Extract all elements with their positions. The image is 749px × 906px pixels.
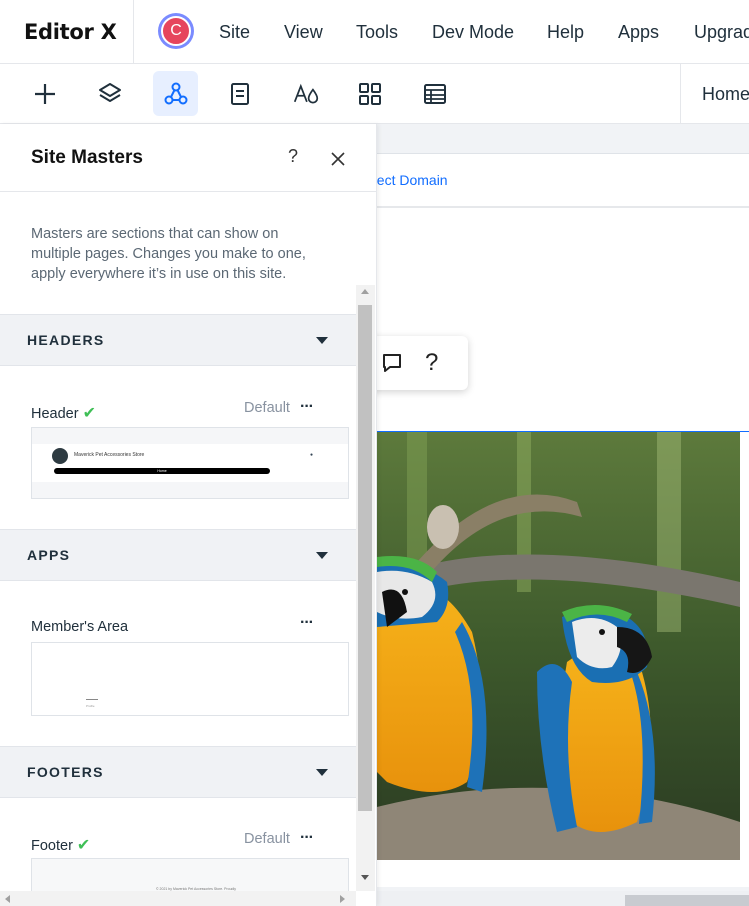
section-title: FOOTERS xyxy=(27,764,104,780)
section-apps[interactable]: APPS xyxy=(0,529,356,581)
layers-icon xyxy=(98,82,121,102)
master-item-members-area[interactable]: Member's Area xyxy=(31,619,128,635)
canvas-horizontal-scrollbar[interactable] xyxy=(377,891,749,906)
site-page: nect Domain ? xyxy=(377,153,749,887)
cms-table-icon xyxy=(423,83,446,104)
thumbnail-caption: Profile xyxy=(86,704,95,708)
section-footers[interactable]: FOOTERS xyxy=(0,746,356,798)
login-icon: ● xyxy=(310,452,314,458)
item-label: Header xyxy=(31,406,79,422)
editor-window: Editor X C Site View Tools Dev Mode Help… xyxy=(0,0,749,906)
pages-button[interactable] xyxy=(217,71,262,116)
menu-dev-mode[interactable]: Dev Mode xyxy=(432,0,514,64)
tool-bar: Home xyxy=(0,64,749,124)
help-icon[interactable]: ? xyxy=(425,349,438,377)
scroll-left-icon[interactable] xyxy=(5,895,10,903)
comment-icon[interactable] xyxy=(381,352,403,374)
cms-button[interactable] xyxy=(412,71,457,116)
connect-domain-link[interactable]: nect Domain xyxy=(377,172,448,188)
panel-title: Site Masters xyxy=(31,147,143,168)
avatar-letter: C xyxy=(161,16,191,46)
floating-action-bar: ? xyxy=(377,336,468,390)
panel-scroll-thumb[interactable] xyxy=(358,305,372,811)
panel-header: Site Masters ? xyxy=(0,124,377,192)
site-masters-button[interactable] xyxy=(153,71,198,116)
scroll-up-icon[interactable] xyxy=(361,289,369,294)
menu-upgrade[interactable]: Upgrade xyxy=(694,0,749,64)
help-icon[interactable]: ? xyxy=(288,146,298,167)
section-headers[interactable]: HEADERS xyxy=(0,314,356,366)
add-icon xyxy=(34,83,55,104)
site-masters-icon xyxy=(164,82,187,104)
menu-apps[interactable]: Apps xyxy=(618,0,659,64)
chevron-down-icon xyxy=(316,337,328,344)
checkmark-icon: ✔ xyxy=(76,837,91,854)
menu-help[interactable]: Help xyxy=(547,0,584,64)
more-actions-button[interactable]: ··· xyxy=(300,614,314,632)
toolbar-divider xyxy=(680,64,681,124)
section-title: APPS xyxy=(27,547,71,563)
editor-x-logo[interactable]: Editor X xyxy=(0,0,134,64)
scroll-right-icon[interactable] xyxy=(340,895,345,903)
menu-view[interactable]: View xyxy=(284,0,323,64)
thumbnail-nav-bar: Home xyxy=(54,468,270,474)
panel-description: Masters are sections that can show on mu… xyxy=(31,226,306,282)
thumbnail-header-strip xyxy=(32,444,348,482)
master-item-header[interactable]: Header ✔ xyxy=(31,403,96,423)
thumbnail-store-name: Maverick Pet Accessories Store xyxy=(74,452,145,458)
header-thumbnail[interactable]: Maverick Pet Accessories Store ● Home xyxy=(31,427,349,499)
layers-button[interactable] xyxy=(87,71,132,116)
canvas-scroll-thumb[interactable] xyxy=(625,895,749,906)
more-actions-button[interactable]: ··· xyxy=(300,398,314,416)
top-bar: Editor X C Site View Tools Dev Mode Help… xyxy=(0,0,749,64)
page-selector[interactable]: Home xyxy=(702,64,749,124)
site-masters-panel: Site Masters ? Masters are sections that… xyxy=(0,124,377,906)
section-title: HEADERS xyxy=(27,332,105,348)
close-icon[interactable] xyxy=(331,152,345,166)
default-badge: Default xyxy=(244,400,290,416)
panel-horizontal-scrollbar[interactable] xyxy=(0,891,356,906)
more-actions-button[interactable]: ··· xyxy=(300,829,314,847)
theme-icon xyxy=(293,83,318,104)
scroll-down-icon[interactable] xyxy=(361,875,369,880)
checkmark-icon: ✔ xyxy=(82,405,96,422)
panel-vertical-scrollbar[interactable] xyxy=(356,285,375,891)
account-avatar[interactable]: C xyxy=(158,13,194,49)
menu-site[interactable]: Site xyxy=(219,0,250,64)
chevron-down-icon xyxy=(316,769,328,776)
macaw-photo xyxy=(377,432,740,860)
editor-canvas[interactable]: nect Domain ? xyxy=(377,124,749,906)
store-logo-icon xyxy=(52,448,68,464)
apps-grid-icon xyxy=(358,82,381,105)
chevron-down-icon xyxy=(316,552,328,559)
thumbnail-line xyxy=(86,699,98,700)
pages-icon xyxy=(230,82,249,105)
add-elements-button[interactable] xyxy=(22,71,67,116)
macaw-image[interactable] xyxy=(377,432,740,860)
apps-button[interactable] xyxy=(347,71,392,116)
members-area-thumbnail[interactable]: Profile xyxy=(31,642,349,716)
master-item-footer[interactable]: Footer ✔ xyxy=(31,835,90,855)
menu-tools[interactable]: Tools xyxy=(356,0,398,64)
theme-button[interactable] xyxy=(283,71,328,116)
item-label: Footer xyxy=(31,838,73,854)
default-badge: Default xyxy=(244,831,290,847)
domain-bar: nect Domain xyxy=(377,154,749,208)
